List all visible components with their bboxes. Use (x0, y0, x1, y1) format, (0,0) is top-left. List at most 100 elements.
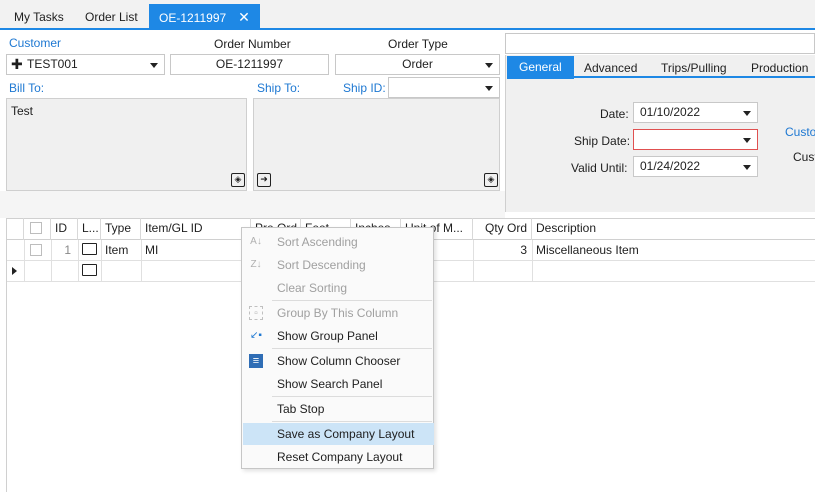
tab-general[interactable]: General (507, 56, 574, 79)
folder-icon[interactable] (82, 243, 97, 255)
menu-item-label: Save as Company Layout (277, 427, 415, 441)
row-checkbox[interactable] (30, 244, 42, 256)
grid-line (24, 240, 25, 281)
column-header-qty-ord[interactable]: Qty Ord (473, 218, 532, 240)
order-type-value: Order (402, 57, 433, 71)
right-header-field[interactable] (505, 33, 815, 54)
folder-icon[interactable] (82, 264, 97, 276)
column-header-indicator[interactable] (6, 218, 24, 240)
menu-separator (272, 396, 432, 397)
grid-line (473, 240, 474, 281)
date-label: Date: (600, 107, 629, 121)
valid-until-label: Valid Until: (571, 161, 628, 175)
column-chooser-icon: ≡ (249, 354, 263, 368)
ship-date-label: Ship Date: (574, 134, 631, 148)
tab-label: OE-1211997 (159, 11, 227, 25)
ship-id-combo[interactable] (388, 77, 500, 98)
date-value: 01/10/2022 (640, 105, 701, 119)
map-icon[interactable]: ◈ (231, 173, 245, 187)
chevron-down-icon[interactable] (150, 63, 158, 68)
sort-descending-icon: Z↓ (250, 259, 262, 270)
tab-my-tasks[interactable]: My Tasks (14, 6, 64, 28)
order-type-label: Order Type (388, 37, 448, 51)
menu-item-save-company-layout[interactable]: Save as Company Layout (243, 423, 434, 445)
menu-item-label: Show Column Chooser (277, 354, 401, 368)
ship-date-field[interactable] (633, 129, 758, 150)
custom-link[interactable]: Custo (785, 125, 815, 139)
menu-item-label: Tab Stop (277, 402, 325, 416)
ship-to-link[interactable]: Ship To: (257, 81, 300, 95)
chevron-down-icon[interactable] (485, 63, 493, 68)
grid-line (51, 240, 52, 281)
map-icon[interactable]: ◈ (484, 173, 498, 187)
grid-left-border (6, 218, 7, 492)
row-description: Miscellaneous Item (536, 243, 639, 257)
menu-item-reset-company-layout[interactable]: Reset Company Layout (243, 446, 434, 468)
tab-order-list[interactable]: Order List (85, 6, 138, 28)
ship-to-address-box[interactable]: ➜ ◈ (253, 98, 500, 191)
customer-value: TEST001 (27, 57, 78, 71)
menu-item-show-column-chooser[interactable]: ≡ Show Column Chooser (243, 350, 434, 372)
menu-separator (272, 421, 432, 422)
order-number-field[interactable]: OE-1211997 (170, 54, 329, 75)
menu-item-label: Show Group Panel (277, 329, 378, 343)
bill-to-link[interactable]: Bill To: (9, 81, 44, 95)
separator-area (0, 191, 505, 218)
group-panel-icon: ↙▪ (250, 330, 262, 341)
grid-line (101, 240, 102, 281)
column-header-select[interactable] (24, 218, 51, 240)
close-icon[interactable]: ✕ (238, 9, 250, 25)
menu-item-group-by-column[interactable]: ▫ Group By This Column (243, 302, 434, 324)
date-field[interactable]: 01/10/2022 (633, 102, 758, 123)
menu-item-sort-descending[interactable]: Z↓ Sort Descending (243, 254, 434, 276)
row-id: 1 (64, 243, 71, 257)
column-header-description[interactable]: Description (532, 218, 815, 240)
menu-separator (272, 300, 432, 301)
menu-item-label: Show Search Panel (277, 377, 383, 391)
menu-item-clear-sorting[interactable]: Clear Sorting (243, 277, 434, 299)
grid-line (78, 240, 79, 281)
menu-item-show-group-panel[interactable]: ↙▪ Show Group Panel (243, 325, 434, 347)
column-header-type[interactable]: Type (101, 218, 141, 240)
order-number-label: Order Number (214, 37, 291, 51)
bill-to-address-box[interactable]: Test ◈ (6, 98, 247, 191)
column-context-menu: A↓ Sort Ascending Z↓ Sort Descending Cle… (241, 227, 434, 469)
menu-item-tab-stop[interactable]: Tab Stop (243, 398, 434, 420)
row-item: MI (145, 243, 159, 257)
tab-advanced[interactable]: Advanced (584, 57, 637, 79)
menu-separator (272, 348, 432, 349)
chevron-down-icon[interactable] (485, 86, 493, 91)
column-header-l[interactable]: L... (78, 218, 101, 240)
valid-until-value: 01/24/2022 (640, 159, 701, 173)
column-header-id[interactable]: ID (51, 218, 78, 240)
menu-item-label: Group By This Column (277, 306, 399, 320)
customer-link[interactable]: Customer (9, 36, 61, 50)
column-header-item-gl-id[interactable]: Item/GL ID (141, 218, 251, 240)
valid-until-field[interactable]: 01/24/2022 (633, 156, 758, 177)
grid-line (532, 240, 533, 281)
tab-production[interactable]: Production (751, 57, 808, 79)
menu-item-label: Reset Company Layout (277, 450, 403, 464)
row-indicator-icon (12, 267, 17, 275)
select-all-checkbox[interactable] (30, 222, 42, 234)
add-icon[interactable]: ✚ (11, 55, 23, 74)
tab-order-oe-1211997[interactable]: OE-1211997 ✕ (149, 4, 260, 30)
chevron-down-icon[interactable] (743, 111, 751, 116)
menu-item-sort-ascending[interactable]: A↓ Sort Ascending (243, 231, 434, 253)
menu-item-show-search-panel[interactable]: Show Search Panel (243, 373, 434, 395)
tab-trips-pulling[interactable]: Trips/Pulling (661, 57, 727, 79)
row-qty: 3 (520, 243, 527, 257)
row-type: Item (105, 243, 129, 257)
menu-item-label: Sort Descending (277, 258, 366, 272)
chevron-down-icon[interactable] (743, 165, 751, 170)
group-icon: ▫ (249, 306, 263, 320)
order-type-combo[interactable]: Order (335, 54, 500, 75)
customer-combo[interactable]: ✚ TEST001 (6, 54, 165, 75)
chevron-down-icon[interactable] (743, 138, 751, 143)
sort-ascending-icon: A↓ (250, 236, 262, 247)
grid-line (141, 240, 142, 281)
bill-to-text: Test (11, 104, 34, 118)
copy-address-icon[interactable]: ➜ (257, 173, 271, 187)
ship-id-link[interactable]: Ship ID: (343, 81, 386, 95)
menu-item-label: Clear Sorting (277, 281, 348, 295)
